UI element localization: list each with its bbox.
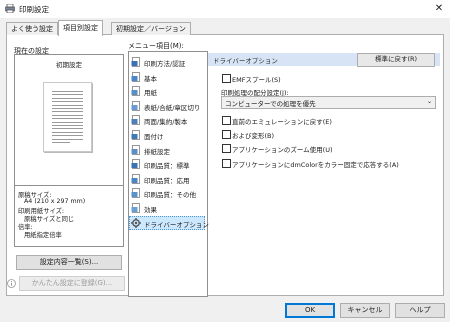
chevron-down-icon: ⌄ — [426, 98, 432, 105]
imposition-icon — [131, 130, 140, 140]
text-line — [52, 135, 83, 137]
menu-item[interactable]: 印刷品質：その他 — [129, 186, 205, 200]
text-line — [52, 104, 83, 106]
menu-item-label: 印刷品質：その他 — [144, 191, 196, 200]
restore-defaults-button[interactable]: 標準に戻す(R) — [357, 53, 435, 67]
emulation-label: 直前のエミュレーションに戻す(E) — [232, 118, 332, 126]
print-settings-window: 印刷設定 ✕ よく使う設定 項目別設定 初期設定／バージョン 現在の設定 初期設… — [0, 0, 450, 322]
basic-icon — [131, 71, 140, 82]
text-line — [52, 94, 83, 96]
info-icon — [7, 279, 16, 288]
text-line — [52, 108, 83, 109]
ok-button[interactable]: OK — [285, 303, 335, 318]
cancel-button[interactable]: キャンセル — [340, 303, 390, 318]
text-line — [52, 114, 83, 116]
menu-item[interactable]: ドライバーオプション — [129, 215, 209, 230]
menu-items-label: メニュー項目(M): — [128, 42, 184, 50]
text-line — [52, 128, 83, 130]
menu-item-label: ドライバーオプション — [144, 220, 209, 229]
tab-defaults-version[interactable]: 初期設定／バージョン — [111, 22, 191, 35]
settings-info-box: 原稿サイズ: A4 (210 x 297 mm) 印刷用紙サイズ: 原稿サイズと… — [14, 185, 124, 247]
transform-checkbox[interactable] — [222, 130, 231, 139]
distribution-select[interactable]: コンピューターでの処理を優先 ⌄ — [221, 96, 436, 109]
output-icon — [131, 144, 140, 155]
window-title: 印刷設定 — [19, 5, 49, 14]
menu-item[interactable]: 効果 — [129, 201, 205, 215]
distribution-value: コンピューターでの処理を優先 — [225, 100, 316, 108]
dmcolor-label: アプリケーションにdmColorをカラー固定で応答する(A) — [232, 161, 399, 169]
driver-options-title: ドライバーオプション — [213, 57, 278, 65]
quality-other-icon — [131, 188, 140, 199]
menu-item-label: 用紙 — [144, 89, 157, 98]
preview-pane: 初期設定 — [14, 54, 124, 186]
menu-item[interactable]: 印刷品質：標準 — [129, 157, 205, 171]
cover-icon — [131, 100, 140, 111]
menu-item[interactable]: 基本 — [129, 70, 205, 84]
info-line: 用紙指定倍率 — [24, 232, 62, 239]
preview-caption: 初期設定 — [56, 61, 82, 69]
close-icon[interactable]: ✕ — [428, 0, 450, 18]
help-button[interactable]: ヘルプ — [395, 303, 445, 318]
menu-item-label: 両面/集約/製本 — [144, 118, 188, 127]
menu-item-label: 印刷方法/認証 — [144, 60, 186, 68]
driver-options-icon — [131, 217, 141, 228]
print-method-icon — [131, 57, 140, 67]
text-line — [52, 142, 70, 143]
app-zoom-checkbox[interactable] — [222, 144, 231, 153]
menu-item[interactable]: 用紙 — [129, 84, 205, 98]
title-bar: 印刷設定 ✕ — [0, 0, 450, 18]
dmcolor-checkbox[interactable] — [222, 159, 231, 168]
text-line — [52, 138, 83, 140]
menu-item-label: 面付け — [144, 133, 164, 141]
menu-item[interactable]: 印刷方法/認証 — [129, 55, 205, 69]
tab-detailed[interactable]: 項目別設定 — [58, 20, 103, 36]
tab-frequent[interactable]: よく使う設定 — [6, 22, 58, 35]
app-zoom-label: アプリケーションのズーム使用(U) — [232, 146, 333, 154]
emf-spool-label: EMFスプール(S) — [232, 76, 281, 84]
text-line — [52, 125, 83, 126]
text-line — [52, 121, 83, 123]
register-quick-settings-button[interactable]: かんたん設定に登録(G)... — [19, 276, 125, 291]
document-preview-icon — [43, 82, 92, 152]
effects-icon — [131, 203, 140, 213]
menu-item-label: 排紙設定 — [144, 147, 170, 156]
menu-item-label: 効果 — [144, 206, 157, 214]
menu-item[interactable]: 両面/集約/製本 — [129, 113, 205, 127]
menu-item-label: 基本 — [144, 74, 157, 83]
transform-label: および変形(B) — [232, 132, 275, 140]
menu-item-label: 表紙/合紙/章区切り — [144, 103, 201, 112]
info-line: A4 (210 x 297 mm) — [24, 198, 86, 205]
text-line — [52, 118, 83, 120]
text-line — [52, 97, 83, 99]
text-line — [52, 101, 83, 103]
menu-item[interactable]: 排紙設定 — [129, 143, 205, 157]
text-line — [52, 91, 83, 92]
paper-icon — [131, 86, 140, 97]
duplex-icon — [131, 115, 140, 126]
emulation-checkbox[interactable] — [222, 116, 231, 125]
text-line — [52, 111, 83, 113]
menu-item-label: 印刷品質：標準 — [144, 162, 190, 171]
menu-item[interactable]: 面付け — [129, 128, 205, 142]
settings-list-button[interactable]: 設定内容一覧(S)... — [16, 255, 122, 270]
menu-item[interactable]: 印刷品質：応用 — [129, 172, 205, 186]
quality-advanced-icon — [131, 173, 140, 184]
menu-list[interactable]: 印刷方法/認証 基本用紙表紙/合紙/章区切り 両面/集約/製本 面付け排紙設定印刷品質… — [128, 51, 209, 297]
text-line — [52, 131, 83, 133]
emf-spool-checkbox[interactable] — [222, 74, 231, 83]
menu-item-label: 印刷品質：応用 — [144, 176, 190, 185]
printer-icon — [5, 4, 15, 13]
menu-item[interactable]: 表紙/合紙/章区切り — [129, 99, 205, 113]
quality-icon — [131, 159, 140, 170]
